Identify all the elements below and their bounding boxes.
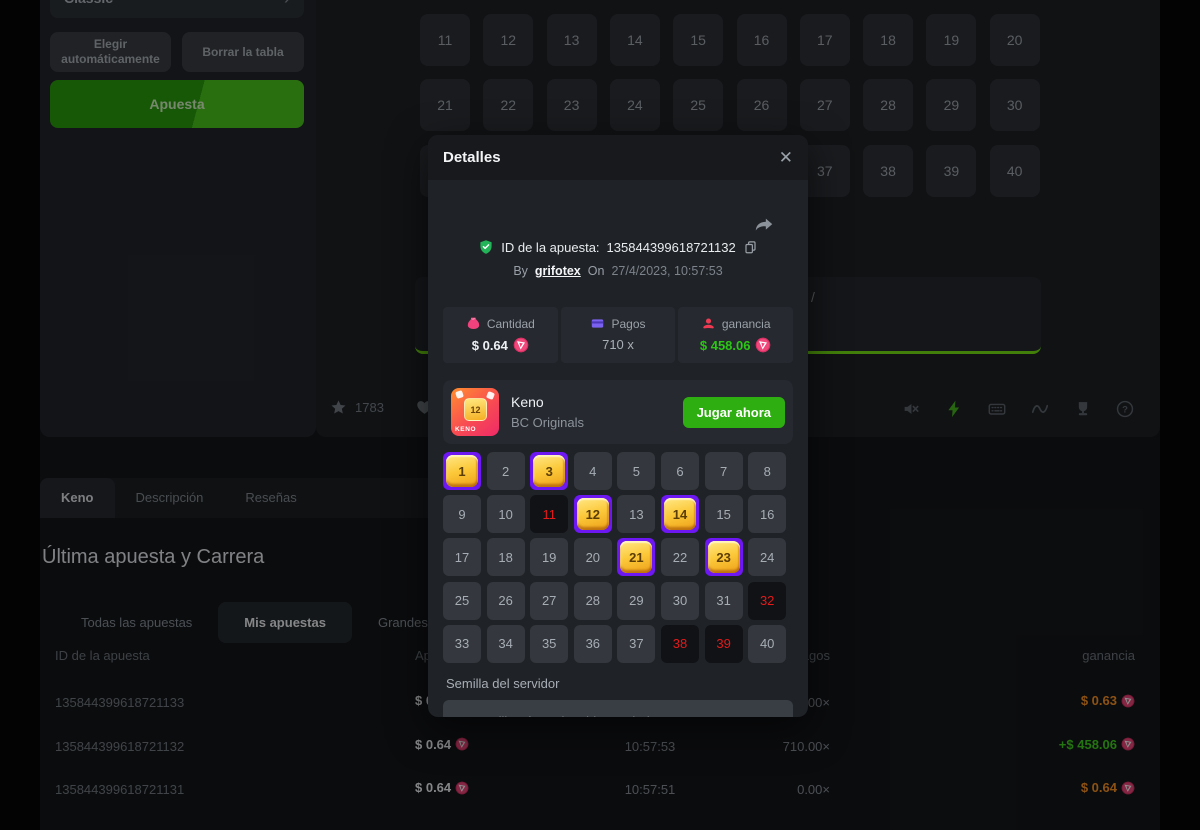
details-modal: Detalles ✕ ID de la apuesta: 13584439961… — [428, 135, 808, 717]
gold-gem: 12 — [577, 498, 609, 530]
server-seed-field[interactable]: La semilla aún no ha sido revelada — [443, 700, 793, 717]
game-provider: BC Originals — [511, 415, 584, 430]
result-cell: 2 — [487, 452, 525, 490]
result-cell-miss: 38 — [661, 625, 699, 663]
share-icon[interactable] — [753, 214, 775, 236]
result-cell: 34 — [487, 625, 525, 663]
bet-id-value: 135844399618721132 — [607, 240, 736, 255]
result-cell-hit: 14 — [661, 495, 699, 533]
result-cell: 16 — [748, 495, 786, 533]
on-label: On — [588, 264, 605, 278]
gold-gem: 1 — [446, 455, 478, 487]
result-cell: 10 — [487, 495, 525, 533]
result-cell: 29 — [617, 582, 655, 620]
result-cell: 9 — [443, 495, 481, 533]
result-cell: 27 — [530, 582, 568, 620]
play-now-button[interactable]: Jugar ahora — [683, 397, 785, 428]
stat-box-ganancia: ganancia$ 458.06 — [678, 307, 793, 363]
result-cell: 13 — [617, 495, 655, 533]
result-cell: 26 — [487, 582, 525, 620]
username-link[interactable]: grifotex — [535, 264, 581, 278]
result-cell: 30 — [661, 582, 699, 620]
result-cell-hit: 21 — [617, 538, 655, 576]
keno-game-icon: 12 KENO — [451, 388, 499, 436]
shield-check-icon — [478, 239, 494, 255]
result-cell: 40 — [748, 625, 786, 663]
hand-coin-icon — [701, 316, 716, 331]
game-card: 12 KENO Keno BC Originals Jugar ahora — [443, 380, 793, 444]
result-cell-miss: 39 — [705, 625, 743, 663]
bet-meta-row: By grifotex On 27/4/2023, 10:57:53 — [428, 264, 808, 278]
result-cell: 4 — [574, 452, 612, 490]
tron-coin-icon — [513, 337, 529, 353]
result-cell: 25 — [443, 582, 481, 620]
result-cell: 37 — [617, 625, 655, 663]
result-cell: 31 — [705, 582, 743, 620]
modal-title: Detalles — [443, 149, 501, 166]
game-icon-wordmark: KENO — [455, 426, 476, 433]
tron-coin-icon — [755, 337, 771, 353]
game-name: Keno — [511, 394, 584, 410]
game-icon-tile: 12 — [464, 398, 487, 421]
gold-gem: 23 — [708, 541, 740, 573]
result-cell: 35 — [530, 625, 568, 663]
stat-box-cantidad: Cantidad$ 0.64 — [443, 307, 558, 363]
result-cell: 18 — [487, 538, 525, 576]
result-cell: 33 — [443, 625, 481, 663]
bet-id-label: ID de la apuesta: — [501, 240, 599, 255]
credit-card-icon — [590, 316, 605, 331]
bet-id-row: ID de la apuesta: 135844399618721132 — [428, 239, 808, 255]
bet-datetime: 27/4/2023, 10:57:53 — [611, 264, 722, 278]
result-cell: 15 — [705, 495, 743, 533]
result-cell: 8 — [748, 452, 786, 490]
result-cell-hit: 3 — [530, 452, 568, 490]
by-label: By — [513, 264, 528, 278]
result-board: 1234567891011121314151617181920212223242… — [443, 452, 793, 664]
modal-header: Detalles ✕ — [428, 135, 808, 180]
result-cell: 6 — [661, 452, 699, 490]
result-cell: 24 — [748, 538, 786, 576]
result-cell: 28 — [574, 582, 612, 620]
game-meta: Keno BC Originals — [511, 394, 584, 430]
result-cell: 20 — [574, 538, 612, 576]
result-cell-hit: 12 — [574, 495, 612, 533]
result-cell: 5 — [617, 452, 655, 490]
bet-stats-row: Cantidad$ 0.64Pagos710 xganancia$ 458.06 — [443, 307, 793, 363]
gold-gem: 14 — [664, 498, 696, 530]
result-cell-hit: 23 — [705, 538, 743, 576]
close-icon[interactable]: ✕ — [779, 149, 793, 166]
result-cell-miss: 32 — [748, 582, 786, 620]
result-cell: 7 — [705, 452, 743, 490]
stat-box-pagos: Pagos710 x — [561, 307, 676, 363]
server-seed-label: Semilla del servidor — [446, 676, 559, 691]
gold-gem: 21 — [620, 541, 652, 573]
result-cell: 36 — [574, 625, 612, 663]
result-cell-hit: 1 — [443, 452, 481, 490]
result-cell-miss: 11 — [530, 495, 568, 533]
result-cell: 17 — [443, 538, 481, 576]
copy-icon[interactable] — [743, 240, 758, 255]
result-cell: 22 — [661, 538, 699, 576]
gold-gem: 3 — [533, 455, 565, 487]
page: Classic › Elegir automáticamente Borrar … — [0, 0, 1200, 830]
result-cell: 19 — [530, 538, 568, 576]
money-bag-icon — [466, 316, 481, 331]
